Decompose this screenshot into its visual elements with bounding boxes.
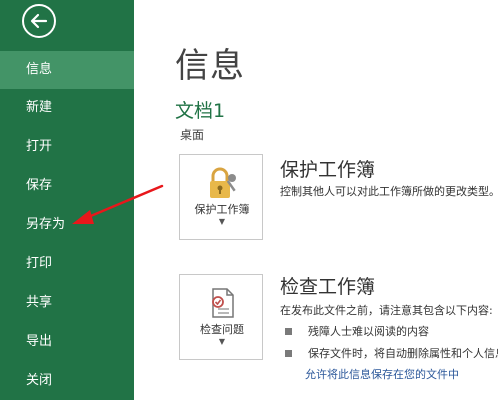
- nav-item-open[interactable]: 打开: [0, 128, 134, 166]
- list-item-text: 残障人士难以阅读的内容: [308, 325, 429, 338]
- protect-workbook-button[interactable]: 保护工作簿 ▼: [179, 154, 263, 240]
- protect-description: 控制其他人可以对此工作簿所做的更改类型。: [280, 185, 498, 198]
- nav-item-info[interactable]: 信息: [0, 51, 134, 89]
- protect-heading: 保护工作簿: [280, 159, 376, 181]
- check-issues-button[interactable]: 检查问题 ▼: [179, 274, 263, 360]
- allow-save-info-link[interactable]: 允许将此信息保存在您的文件中: [305, 366, 459, 382]
- inspect-heading: 检查工作簿: [280, 276, 376, 298]
- back-button[interactable]: [22, 4, 56, 38]
- nav-item-print[interactable]: 打印: [0, 245, 134, 283]
- arrow-left-icon: [30, 13, 48, 29]
- document-name: 文档1: [175, 100, 226, 122]
- chevron-down-icon: ▼: [218, 217, 226, 226]
- check-issues-tile-label: 检查问题: [200, 323, 244, 336]
- bullet-square-icon: [285, 327, 292, 335]
- annotation-arrow-icon: [72, 184, 164, 224]
- bullet-square-icon: [285, 349, 292, 357]
- list-item: 保存文件时，将自动删除属性和个人信息: [285, 345, 498, 361]
- nav-item-share[interactable]: 共享: [0, 284, 134, 322]
- document-check-icon: [212, 288, 234, 318]
- list-item-text: 保存文件时，将自动删除属性和个人信息: [308, 347, 498, 360]
- lock-key-icon: [210, 167, 236, 198]
- nav-item-export[interactable]: 导出: [0, 323, 134, 361]
- inspect-description: 在发布此文件之前，请注意其包含以下内容:: [280, 304, 493, 317]
- nav-item-close[interactable]: 关闭: [0, 362, 134, 400]
- list-item: 残障人士难以阅读的内容: [285, 323, 498, 339]
- page-title: 信息: [175, 46, 245, 86]
- document-location: 桌面: [180, 128, 205, 142]
- chevron-down-icon: ▼: [218, 337, 226, 346]
- protect-tile-label: 保护工作簿: [194, 203, 250, 216]
- nav-item-new[interactable]: 新建: [0, 89, 134, 127]
